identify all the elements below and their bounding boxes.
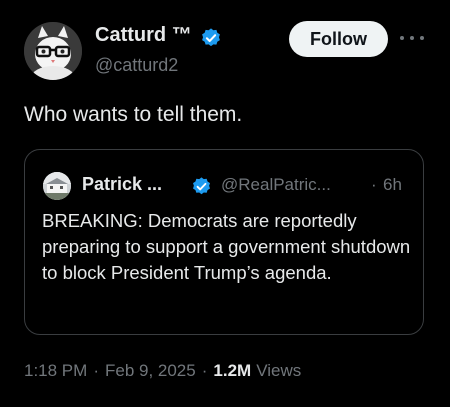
views-label: Views — [256, 361, 302, 380]
more-dot — [410, 36, 414, 40]
house-photo-avatar-icon — [43, 172, 71, 200]
cat-with-glasses-avatar-icon — [24, 22, 82, 80]
quoted-post-card[interactable]: Patrick ... @RealPatric... · 6h BREAKING… — [24, 149, 424, 335]
verified-badge-icon — [193, 177, 210, 195]
author-avatar[interactable] — [24, 22, 82, 80]
quoted-author-avatar — [43, 172, 71, 200]
tweet-text: Who wants to tell them. — [24, 103, 243, 126]
more-dot — [420, 36, 424, 40]
quoted-post-time[interactable]: 6h — [383, 175, 402, 195]
more-options-icon[interactable] — [400, 28, 424, 48]
author-display-name[interactable]: Catturd ™ — [95, 24, 192, 47]
author-handle[interactable]: @catturd2 — [95, 55, 178, 76]
quoted-author-name[interactable]: Patrick ... — [82, 174, 162, 195]
views-count[interactable]: 1.2M — [213, 361, 251, 381]
meta-separator: · — [201, 361, 208, 380]
quoted-separator: · — [371, 175, 377, 194]
post-meta: 1:18 PM · Feb 9, 2025 · 1.2M Views — [24, 361, 301, 381]
quoted-post-text: BREAKING: Democrats are reportedly prepa… — [42, 210, 411, 283]
meta-separator: · — [93, 361, 99, 380]
post-date[interactable]: Feb 9, 2025 — [105, 361, 196, 381]
post-time[interactable]: 1:18 PM — [24, 361, 87, 381]
verified-badge-icon — [202, 28, 220, 47]
follow-button[interactable]: Follow — [289, 21, 388, 57]
quoted-author-handle[interactable]: @RealPatric... — [221, 175, 331, 195]
more-dot — [400, 36, 404, 40]
